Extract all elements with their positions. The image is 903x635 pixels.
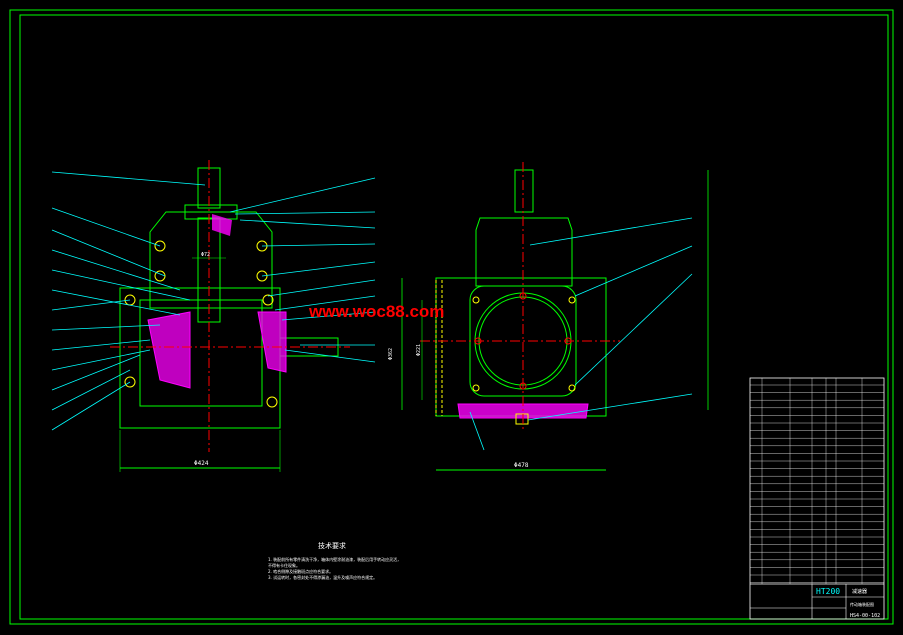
bom-grid: [750, 378, 884, 584]
tech-requirements: 技术要求 1. 装配前所有零件清洗干净，箱体内壁涂耐油漆，装配后用手转动应灵活，…: [268, 541, 401, 580]
drawing-number: HS4-00-102: [850, 613, 880, 619]
shaft-dim: Φ72: [201, 252, 210, 258]
top-seal-hatch: [212, 214, 232, 236]
right-width-dim: Φ478: [514, 462, 529, 469]
bolt-hole: [568, 296, 576, 304]
bolt-hole: [472, 296, 480, 304]
center-height-dim: Φ221: [416, 344, 422, 356]
bom-frame: [749, 377, 885, 620]
watermark: www.woc88.com: [308, 302, 444, 321]
bolt-hole: [472, 384, 480, 392]
left-lower-housing: [119, 287, 281, 429]
tech-line-1: 1. 装配前所有零件清洗干净，箱体内壁涂耐油漆，装配后用手转动应灵活，: [268, 556, 401, 562]
left-leaders: [51, 171, 376, 431]
left-upper-housing: [149, 211, 273, 309]
left-width-dim: Φ424: [194, 460, 209, 467]
title-block: HT200 减速器 传动箱装配图 HS4-00-102: [749, 377, 885, 620]
left-bevel-gear-hatch: [147, 311, 191, 389]
tech-line-2: 不得有卡住现象。: [268, 562, 300, 568]
tech-title: 技术要求: [318, 541, 346, 550]
bolt-hole: [568, 384, 576, 392]
bolt-hole: [266, 396, 278, 408]
title-name: 减速器: [852, 588, 867, 595]
right-upper-housing: [475, 217, 573, 287]
title-subtitle: 传动箱装配图: [850, 601, 874, 607]
model-text: HT200: [816, 587, 840, 596]
right-height-dim: Φ362: [388, 348, 394, 360]
inner-frame: [19, 14, 889, 620]
tech-line-4: 3. 试运转时，各密封处不得渗漏油，温升及噪声应符合规定。: [268, 574, 377, 580]
right-input-shaft: [514, 169, 534, 213]
tech-line-3: 2. 啮合侧隙及接触斑点应符合要求。: [268, 568, 333, 574]
outer-frame: [9, 9, 894, 625]
cad-drawing: Φ424 Φ72 Φ478 Φ362 Φ221 www.woc88.com 技术…: [9, 9, 894, 625]
